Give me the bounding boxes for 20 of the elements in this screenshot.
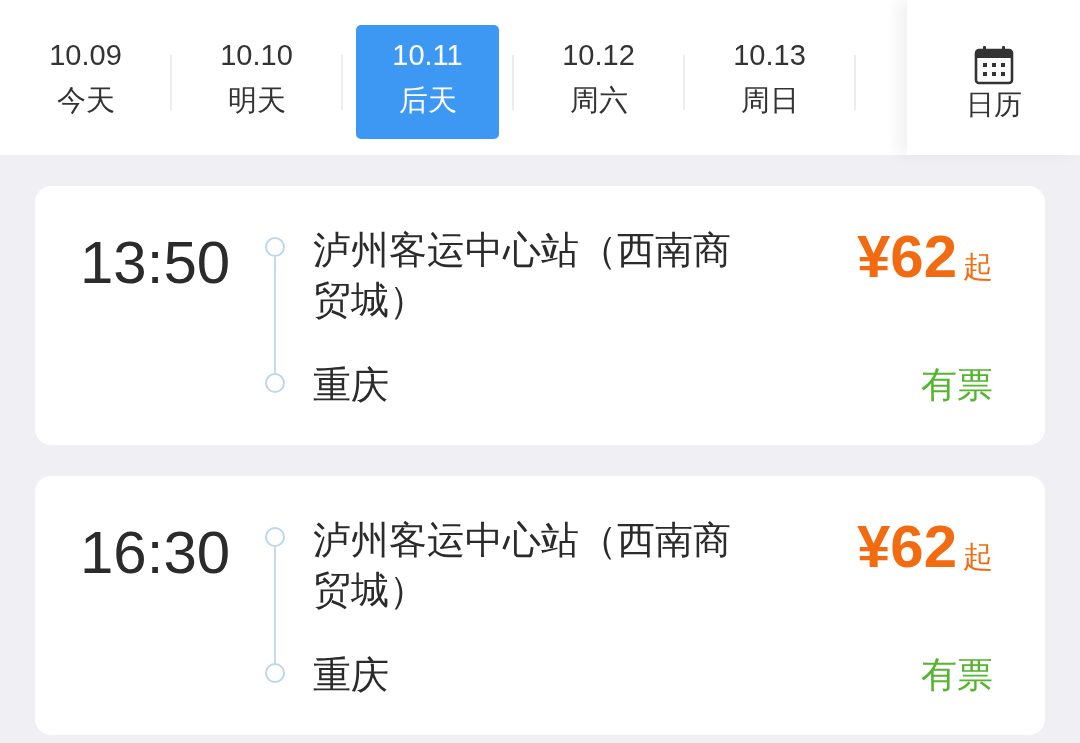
price-suffix: 起 — [963, 252, 993, 282]
price-suffix: 起 — [963, 542, 993, 572]
calendar-icon — [973, 45, 1014, 85]
calendar-button[interactable]: 日历 — [907, 0, 1080, 155]
departure-time: 13:50 — [80, 233, 232, 293]
date-tab[interactable]: 10.13 周日 — [698, 25, 841, 139]
date-tab[interactable]: 10.12 周六 — [527, 25, 670, 139]
trip-card[interactable]: 16:30 泸州客运中心站（西南商贸城） ¥62 起 重庆 有票 — [35, 476, 1045, 735]
ticket-status: 有票 — [921, 363, 993, 407]
price-amount: ¥62 — [856, 227, 957, 287]
date-tab[interactable]: 10.10 明天 — [185, 25, 328, 139]
departure-station: 泸州客运中心站（西南商贸城） — [313, 518, 732, 613]
ticket-status: 有票 — [921, 653, 993, 697]
arrival-station: 重庆 — [313, 363, 390, 408]
arrival-station: 重庆 — [313, 653, 390, 698]
trip-card[interactable]: 13:50 泸州客运中心站（西南商贸城） ¥62 起 重庆 有票 — [35, 186, 1045, 445]
departure-time: 16:30 — [80, 523, 232, 583]
date-tab[interactable]: 10.09 今天 — [14, 25, 157, 139]
departure-station: 泸州客运中心站（西南商贸城） — [313, 228, 732, 323]
price-amount: ¥62 — [856, 517, 957, 577]
